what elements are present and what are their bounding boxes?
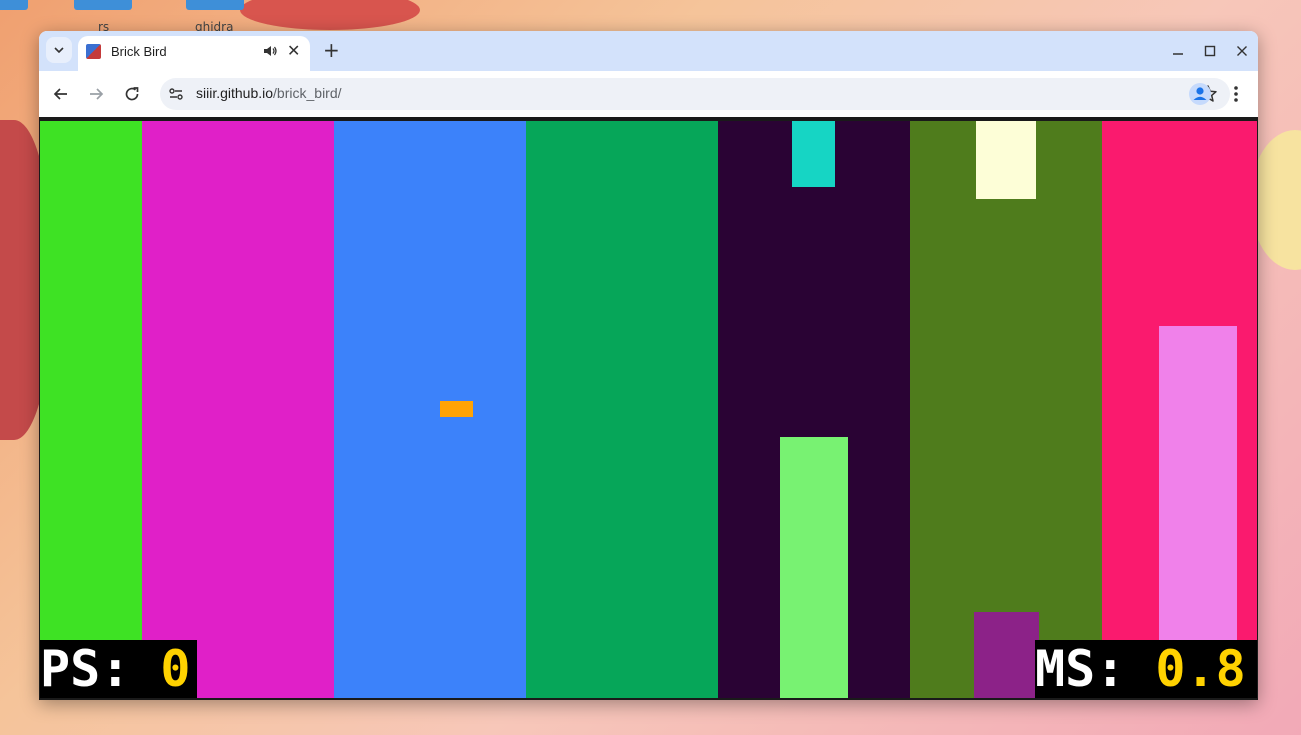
browser-window: Brick Bird ✕ + siiir.github.io/brick_bir… (39, 31, 1258, 700)
background-stripe (334, 121, 526, 698)
bottom-brick-purple (974, 612, 1039, 698)
hud-ms-panel: MS: 0.8 (1035, 640, 1257, 698)
close-window-icon[interactable] (1236, 45, 1248, 57)
address-bar[interactable]: siiir.github.io/brick_bird/ (160, 78, 1230, 110)
ps-value: 0 (160, 640, 191, 698)
top-brick-cream (976, 121, 1036, 199)
ms-label: MS: (1035, 640, 1156, 698)
browser-toolbar: siiir.github.io/brick_bird/ (39, 71, 1258, 117)
desktop-folder-icon[interactable] (186, 0, 244, 10)
url-text: siiir.github.io/brick_bird/ (196, 85, 342, 101)
reload-button[interactable] (121, 83, 143, 105)
maximize-icon[interactable] (1204, 45, 1216, 57)
game-canvas[interactable]: PS: 0 MS: 0.8 (40, 121, 1257, 698)
person-icon (1193, 87, 1207, 100)
background-stripe (40, 121, 142, 698)
tab-search-button[interactable] (46, 37, 72, 63)
favicon-icon (86, 44, 101, 59)
more-vert-icon[interactable] (1229, 83, 1243, 105)
minimize-icon[interactable] (1172, 45, 1184, 57)
profile-avatar[interactable] (1189, 83, 1211, 105)
tab-strip: Brick Bird ✕ + (39, 31, 1258, 71)
site-settings-icon[interactable] (168, 86, 184, 102)
background-stripe (526, 121, 718, 698)
url-path: /brick_bird/ (273, 85, 342, 101)
chevron-down-icon (54, 47, 64, 53)
back-button[interactable] (50, 83, 72, 105)
reload-icon (125, 87, 139, 101)
top-brick-teal (792, 121, 835, 187)
desktop-folder-icon[interactable] (74, 0, 132, 10)
forward-button[interactable] (85, 83, 107, 105)
new-tab-icon[interactable]: + (323, 37, 340, 63)
bottom-brick-light-green (780, 437, 848, 698)
tab-brick-bird[interactable]: Brick Bird ✕ (78, 36, 310, 71)
ps-label: PS: (40, 640, 161, 698)
hud-ps-panel: PS: 0 (40, 640, 197, 698)
arrow-left-icon (53, 88, 67, 100)
speaker-icon[interactable] (262, 43, 278, 59)
desktop-wallpaper-shape (240, 0, 420, 30)
desktop-folder-icon[interactable] (0, 0, 28, 10)
bird-player (440, 401, 473, 417)
close-tab-icon[interactable]: ✕ (287, 41, 300, 61)
tab-title: Brick Bird (111, 44, 167, 59)
background-stripe (142, 121, 334, 698)
arrow-right-icon (90, 88, 104, 100)
ms-value: 0.8 (1155, 640, 1246, 698)
game-viewport[interactable]: PS: 0 MS: 0.8 (39, 117, 1258, 700)
url-host: siiir.github.io (196, 85, 274, 101)
